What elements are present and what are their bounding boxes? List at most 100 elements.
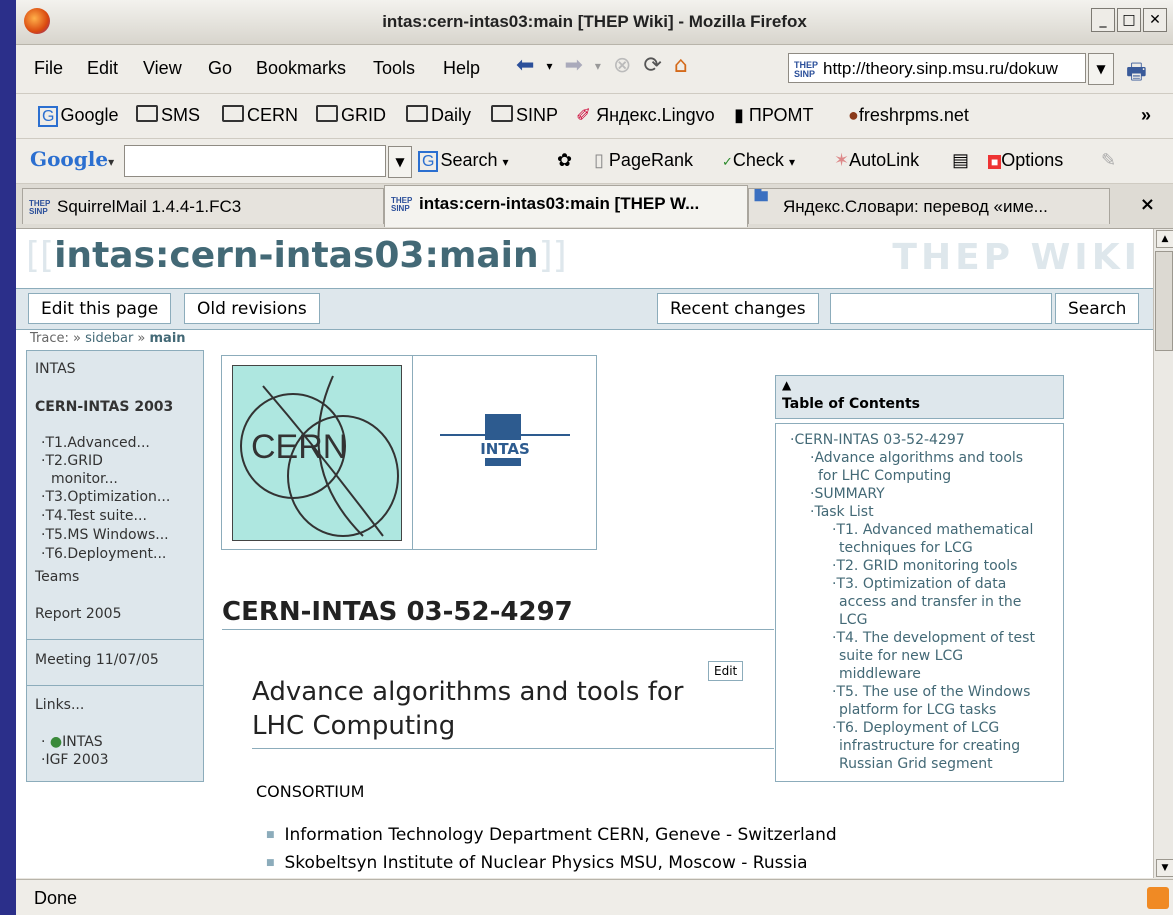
bookmark-google[interactable]: G Google <box>38 105 119 127</box>
bookmark-grid[interactable]: GRID <box>316 105 386 126</box>
forward-button[interactable]: ➡ <box>564 53 582 78</box>
bookmark-sms[interactable]: SMS <box>136 105 200 126</box>
toc-item[interactable]: ·T5. The use of the Windows <box>832 684 1030 701</box>
bookmark-promt[interactable]: ▮ ПРОМТ <box>734 105 813 126</box>
toc-item-cont[interactable]: LCG <box>839 612 867 629</box>
page-title[interactable]: [[intas:cern-intas03:main]] <box>26 235 567 276</box>
sidebar-item-report[interactable]: Report 2005 <box>35 606 122 622</box>
wiki-search-button[interactable]: Search <box>1055 293 1140 324</box>
toc-item-cont[interactable]: infrastructure for creating <box>839 738 1020 755</box>
toc-item-cont[interactable]: Russian Grid segment <box>839 756 993 773</box>
sidebar-task-t3[interactable]: ·T3.Optimization... <box>41 489 170 505</box>
sidebar-task-t6[interactable]: ·T6.Deployment... <box>41 546 166 562</box>
toc-item-cont[interactable]: techniques for LCG <box>839 540 973 557</box>
autolink-button[interactable]: ✶AutoLink <box>834 150 919 171</box>
spellcheck-button[interactable]: ✓Check ▾ <box>722 150 795 171</box>
toc-item[interactable]: ·SUMMARY <box>810 486 885 503</box>
google-search-button[interactable]: G Search ▾ <box>418 150 509 172</box>
menu-tools[interactable]: Tools <box>373 58 415 79</box>
toc-item-cont[interactable]: middleware <box>839 666 921 683</box>
toc-item[interactable]: ·T6. Deployment of LCG <box>832 720 999 737</box>
stop-button[interactable]: ⊗ <box>613 53 631 78</box>
sidebar-link-intas[interactable]: · ●INTAS <box>41 734 103 750</box>
bookmarks-overflow-button[interactable]: » <box>1141 105 1151 126</box>
toc-toggle-icon[interactable]: ▲ <box>782 378 791 392</box>
rss-feed-icon[interactable] <box>1147 887 1169 909</box>
google-toolbar: Google▾ ▼ G Search ▾ ✿ ▯ PageRank ✓Check … <box>16 139 1173 184</box>
url-bar[interactable]: THEP SINP http://theory.sinp.msu.ru/dokuw <box>788 53 1086 83</box>
browser-window: intas:cern-intas03:main [THEP Wiki] - Mo… <box>16 0 1173 915</box>
google-search-dropdown[interactable]: ▼ <box>388 146 412 178</box>
toc-item[interactable]: ·T1. Advanced mathematical <box>832 522 1033 539</box>
menu-bookmarks[interactable]: Bookmarks <box>256 58 346 79</box>
toc-header[interactable]: ▲ Table of Contents <box>775 375 1064 419</box>
menu-go[interactable]: Go <box>208 58 232 79</box>
menu-help[interactable]: Help <box>443 58 480 79</box>
sidebar-task-t2-cont[interactable]: monitor... <box>51 471 118 487</box>
sidebar-task-t2[interactable]: ·T2.GRID <box>41 453 103 469</box>
recent-changes-button[interactable]: Recent changes <box>657 293 819 324</box>
vertical-scrollbar[interactable]: ▲ ▼ <box>1153 229 1173 878</box>
printer-icon[interactable]: 🖶 <box>1126 55 1147 93</box>
news-icon[interactable]: ✿ <box>557 150 572 171</box>
menu-view[interactable]: View <box>143 58 182 79</box>
toc-item-cont[interactable]: platform for LCG tasks <box>839 702 996 719</box>
sidebar-item-teams[interactable]: Teams <box>35 569 79 585</box>
options-button[interactable]: ■ Options <box>988 150 1063 171</box>
toc-item[interactable]: ·T2. GRID monitoring tools <box>832 558 1017 575</box>
google-logo[interactable]: Google▾ <box>30 147 114 171</box>
autofill-icon[interactable]: ▤ <box>952 150 969 171</box>
toc-item[interactable]: ·CERN-INTAS 03-52-4297 <box>790 432 965 449</box>
toc-item[interactable]: ·T4. The development of test <box>832 630 1035 647</box>
toc-item-cont[interactable]: access and transfer in the <box>839 594 1021 611</box>
back-button[interactable]: ⬅ <box>516 53 534 78</box>
edit-page-button[interactable]: Edit this page <box>28 293 172 324</box>
close-window-button[interactable]: ✕ <box>1143 8 1167 32</box>
sidebar-link-igf[interactable]: ·IGF 2003 <box>41 752 109 768</box>
menu-file[interactable]: File <box>34 58 63 79</box>
url-dropdown-button[interactable]: ▼ <box>1088 53 1114 85</box>
breadcrumb-sidebar[interactable]: sidebar <box>85 331 133 346</box>
toc-item[interactable]: ·Task List <box>810 504 874 521</box>
google-search-input[interactable] <box>124 145 386 177</box>
bookmark-cern[interactable]: CERN <box>222 105 298 126</box>
sidebar-task-t4[interactable]: ·T4.Test suite... <box>41 508 147 524</box>
bookmark-lingvo[interactable]: ✐ Яндекс.Lingvo <box>576 105 715 126</box>
toc-item-cont[interactable]: suite for new LCG <box>839 648 963 665</box>
intas-logo-text: INTAS <box>475 440 535 458</box>
maximize-button[interactable]: □ <box>1117 8 1141 32</box>
pagerank-button[interactable]: ▯ PageRank <box>594 150 693 171</box>
tab-squirrelmail[interactable]: THEP SINP SquirrelMail 1.4.4-1.FC3 <box>22 188 384 224</box>
toc-label: T3. Optimization of data <box>836 576 1007 592</box>
bookmark-freshrpms[interactable]: ●freshrpms.net <box>848 105 969 126</box>
wiki-search-input[interactable] <box>830 293 1052 324</box>
toc-item[interactable]: ·T3. Optimization of data <box>832 576 1006 593</box>
old-revisions-button[interactable]: Old revisions <box>184 293 320 324</box>
forward-dropdown-icon[interactable]: ▾ <box>595 59 601 73</box>
tab-bar: THEP SINP SquirrelMail 1.4.4-1.FC3 THEP SI… <box>16 184 1173 229</box>
scroll-up-button[interactable]: ▲ <box>1156 230 1173 248</box>
scroll-down-button[interactable]: ▼ <box>1156 859 1173 877</box>
sidebar-item-intas[interactable]: INTAS <box>35 361 76 377</box>
scroll-thumb[interactable] <box>1155 251 1173 351</box>
menu-bar: File Edit View Go Bookmarks Tools Help ⬅… <box>16 45 1173 94</box>
sidebar-item-meeting[interactable]: Meeting 11/07/05 <box>35 652 159 668</box>
tab-thep-wiki[interactable]: THEP SINP intas:cern-intas03:main [THEP W… <box>384 185 748 227</box>
sidebar-task-t1[interactable]: ·T1.Advanced... <box>41 435 150 451</box>
bookmark-daily[interactable]: Daily <box>406 105 471 126</box>
toc-item-cont[interactable]: for LHC Computing <box>818 468 951 485</box>
menu-edit[interactable]: Edit <box>87 58 118 79</box>
tab-yandex[interactable]: ▙ Яндекс.Словари: перевод «име... <box>748 188 1110 224</box>
bookmark-sinp[interactable]: SINP <box>491 105 558 126</box>
sidebar-task-t5[interactable]: ·T5.MS Windows... <box>41 527 169 543</box>
highlighter-icon[interactable]: ✎ <box>1101 150 1116 171</box>
breadcrumb-main[interactable]: main <box>150 331 186 346</box>
reload-button[interactable]: ⟳ <box>643 53 661 78</box>
home-button[interactable]: ⌂ <box>674 53 688 78</box>
toc-item[interactable]: ·Advance algorithms and tools <box>810 450 1023 467</box>
close-tab-button[interactable]: × <box>1140 194 1155 215</box>
back-dropdown-icon[interactable]: ▾ <box>546 59 552 73</box>
sidebar-item-cern-intas[interactable]: CERN-INTAS 2003 <box>35 399 173 415</box>
sidebar-item-links[interactable]: Links... <box>35 697 84 713</box>
minimize-button[interactable]: _ <box>1091 8 1115 32</box>
